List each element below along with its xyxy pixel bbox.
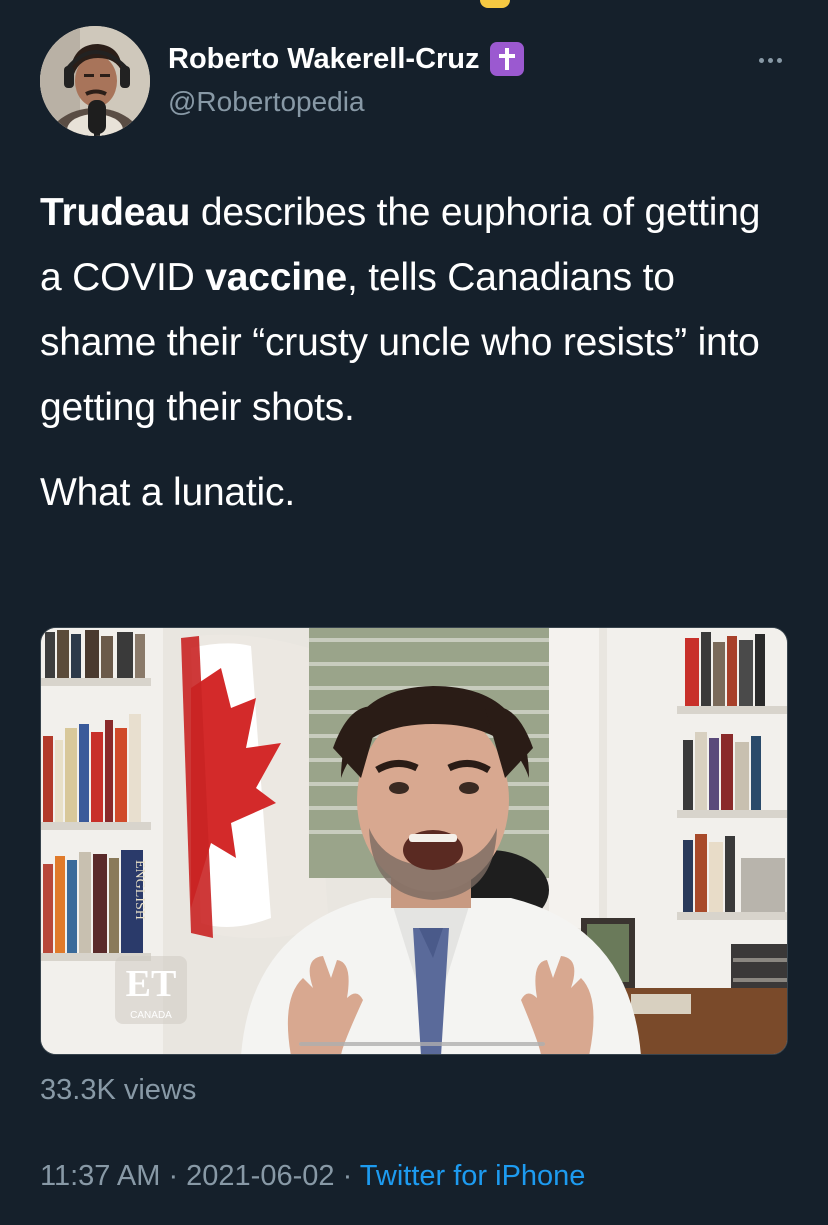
meta-separator: · — [334, 1160, 360, 1192]
tweet-text: Trudeau describes the euphoria of gettin… — [40, 180, 788, 525]
more-horizontal-icon — [767, 57, 773, 63]
et-canada-watermark: ET CANADA — [115, 956, 187, 1024]
meta-separator: · — [160, 1160, 187, 1192]
tweet-time: 11:37 AM — [40, 1160, 161, 1192]
avatar[interactable] — [40, 26, 150, 136]
more-horizontal-icon — [776, 57, 782, 63]
latin-cross-icon — [489, 42, 524, 76]
books-left-top — [45, 630, 145, 678]
display-name[interactable]: Roberto Wakerell-Cruz — [168, 43, 480, 76]
tweet-paragraph-2: What a lunatic. — [40, 471, 295, 514]
tweet-source-link[interactable]: Twitter for iPhone — [360, 1160, 586, 1192]
name-row: Roberto Wakerell-Cruz — [168, 42, 524, 76]
tweet-meta: 11:37 AM · 2021-06-02 · Twitter for iPho… — [40, 1160, 585, 1193]
book-spine-label: ENGLISH — [132, 860, 147, 920]
more-options-button[interactable] — [752, 50, 788, 70]
more-horizontal-icon — [758, 57, 764, 63]
books-left-bottom: ENGLISH — [43, 850, 147, 953]
watermark-canada-text: CANADA — [130, 1010, 172, 1021]
top-sliver — [480, 0, 510, 8]
tweet-paragraph-1: Trudeau describes the euphoria of gettin… — [40, 180, 788, 440]
bold-word-vaccine: vaccine — [205, 256, 347, 299]
tweet-date: 2021-06-02 — [186, 1160, 335, 1192]
view-count: 33.3K views — [40, 1074, 197, 1106]
tweet-header: Roberto Wakerell-Cruz @Robertopedia — [40, 26, 788, 136]
canadian-flag — [181, 634, 329, 938]
bold-word-trudeau: Trudeau — [40, 191, 191, 234]
user-handle[interactable]: @Robertopedia — [168, 86, 365, 118]
watermark-et-text: ET — [126, 963, 177, 1005]
video-media[interactable]: ENGLISH ET CANADA — [40, 627, 788, 1055]
